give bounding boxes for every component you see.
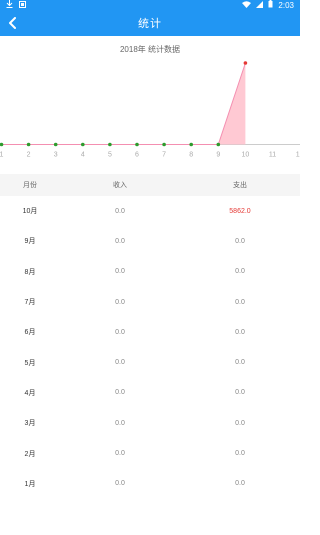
row-month: 6月 — [24, 329, 36, 337]
row-income: 0.0 — [115, 480, 125, 488]
row-income: 0.0 — [115, 389, 125, 397]
row-month: 8月 — [24, 268, 36, 276]
x-tick-label: 8 — [189, 152, 193, 159]
row-month: 4月 — [24, 389, 36, 397]
table-row[interactable]: 3月 0.0 0.0 — [0, 408, 300, 438]
row-expense: 0.0 — [235, 389, 245, 397]
data-point — [0, 142, 4, 147]
series-line — [1, 62, 246, 145]
app-bar: 统计 — [0, 10, 300, 36]
table-row[interactable]: 5月 0.0 0.0 — [0, 347, 300, 377]
x-tick-label: 4 — [81, 152, 85, 159]
table-header: 月份 收入 支出 — [0, 174, 300, 196]
row-income: 0.0 — [115, 268, 125, 276]
x-tick-label: 5 — [108, 152, 112, 159]
row-income: 0.0 — [115, 328, 125, 336]
x-tick-label: 6 — [135, 152, 139, 159]
row-expense: 0.0 — [235, 419, 245, 427]
data-point — [189, 142, 193, 147]
status-time: 2:03 — [278, 0, 294, 10]
table-row[interactable]: 1月 0.0 0.0 — [0, 469, 300, 499]
x-tick-label: 7 — [162, 152, 166, 159]
data-point — [135, 142, 139, 147]
row-expense: 0.0 — [235, 328, 245, 336]
table-row[interactable]: 9月 0.0 0.0 — [0, 226, 300, 256]
row-income: 0.0 — [115, 359, 125, 367]
table-row[interactable]: 8月 0.0 0.0 — [0, 257, 300, 287]
back-button[interactable] — [2, 10, 24, 36]
table-row[interactable]: 4月 0.0 0.0 — [0, 378, 300, 408]
area-fill — [1, 63, 246, 145]
row-month: 3月 — [24, 420, 36, 428]
table-row[interactable]: 2月 0.0 0.0 — [0, 438, 300, 468]
area-chart: 123456789101112 — [0, 61, 300, 159]
download-icon — [6, 0, 13, 10]
x-tick-label: 1 — [0, 152, 4, 159]
signal-icon — [256, 0, 264, 10]
row-expense: 0.0 — [235, 359, 245, 367]
status-bar: 2:03 — [0, 0, 300, 10]
status-notifications — [6, 0, 26, 10]
row-income: 0.0 — [115, 450, 125, 458]
row-month: 7月 — [24, 299, 36, 307]
row-expense: 0.0 — [235, 480, 245, 488]
row-month: 1月 — [24, 480, 36, 488]
row-expense: 0.0 — [235, 237, 245, 245]
row-expense: 5862.0 — [229, 207, 251, 215]
row-expense: 0.0 — [235, 268, 245, 276]
header-month: 月份 — [23, 182, 37, 189]
data-point — [108, 142, 112, 147]
notification-icon — [19, 0, 26, 10]
x-tick-label: 9 — [216, 152, 220, 159]
row-income: 0.0 — [115, 419, 125, 427]
chart-area: 2018年 统计数据 123456789101112 — [0, 36, 300, 166]
header-expense: 支出 — [233, 182, 247, 189]
battery-icon — [268, 0, 273, 10]
x-tick-label: 10 — [242, 152, 250, 159]
table-row[interactable]: 7月 0.0 0.0 — [0, 287, 300, 317]
data-point — [162, 142, 166, 147]
row-income: 0.0 — [115, 298, 125, 306]
row-expense: 0.0 — [235, 298, 245, 306]
table-row[interactable]: 10月 0.0 5862.0 — [0, 196, 300, 226]
status-system: 2:03 — [242, 0, 294, 10]
row-income: 0.0 — [115, 207, 125, 215]
x-tick-label: 3 — [54, 152, 58, 159]
x-tick-label: 2 — [27, 152, 31, 159]
row-month: 5月 — [24, 359, 36, 367]
x-tick-label: 11 — [269, 152, 276, 159]
back-arrow-icon — [9, 17, 16, 29]
page-title: 统计 — [138, 18, 162, 30]
row-expense: 0.0 — [235, 450, 245, 458]
wifi-icon — [242, 0, 252, 10]
data-point — [81, 142, 85, 147]
data-point — [216, 142, 221, 147]
data-point — [53, 142, 58, 147]
row-month: 9月 — [24, 238, 36, 246]
header-income: 收入 — [113, 182, 127, 189]
data-point — [26, 142, 31, 147]
month-list: 10月 0.0 5862.0 9月 0.0 0.0 8月 0.0 0.0 7月 … — [0, 196, 300, 499]
row-month: 2月 — [24, 450, 36, 458]
row-income: 0.0 — [115, 237, 125, 245]
row-month: 10月 — [22, 208, 38, 216]
x-tick-label: 12 — [296, 152, 300, 159]
table-row[interactable]: 6月 0.0 0.0 — [0, 317, 300, 347]
data-point — [243, 61, 248, 65]
